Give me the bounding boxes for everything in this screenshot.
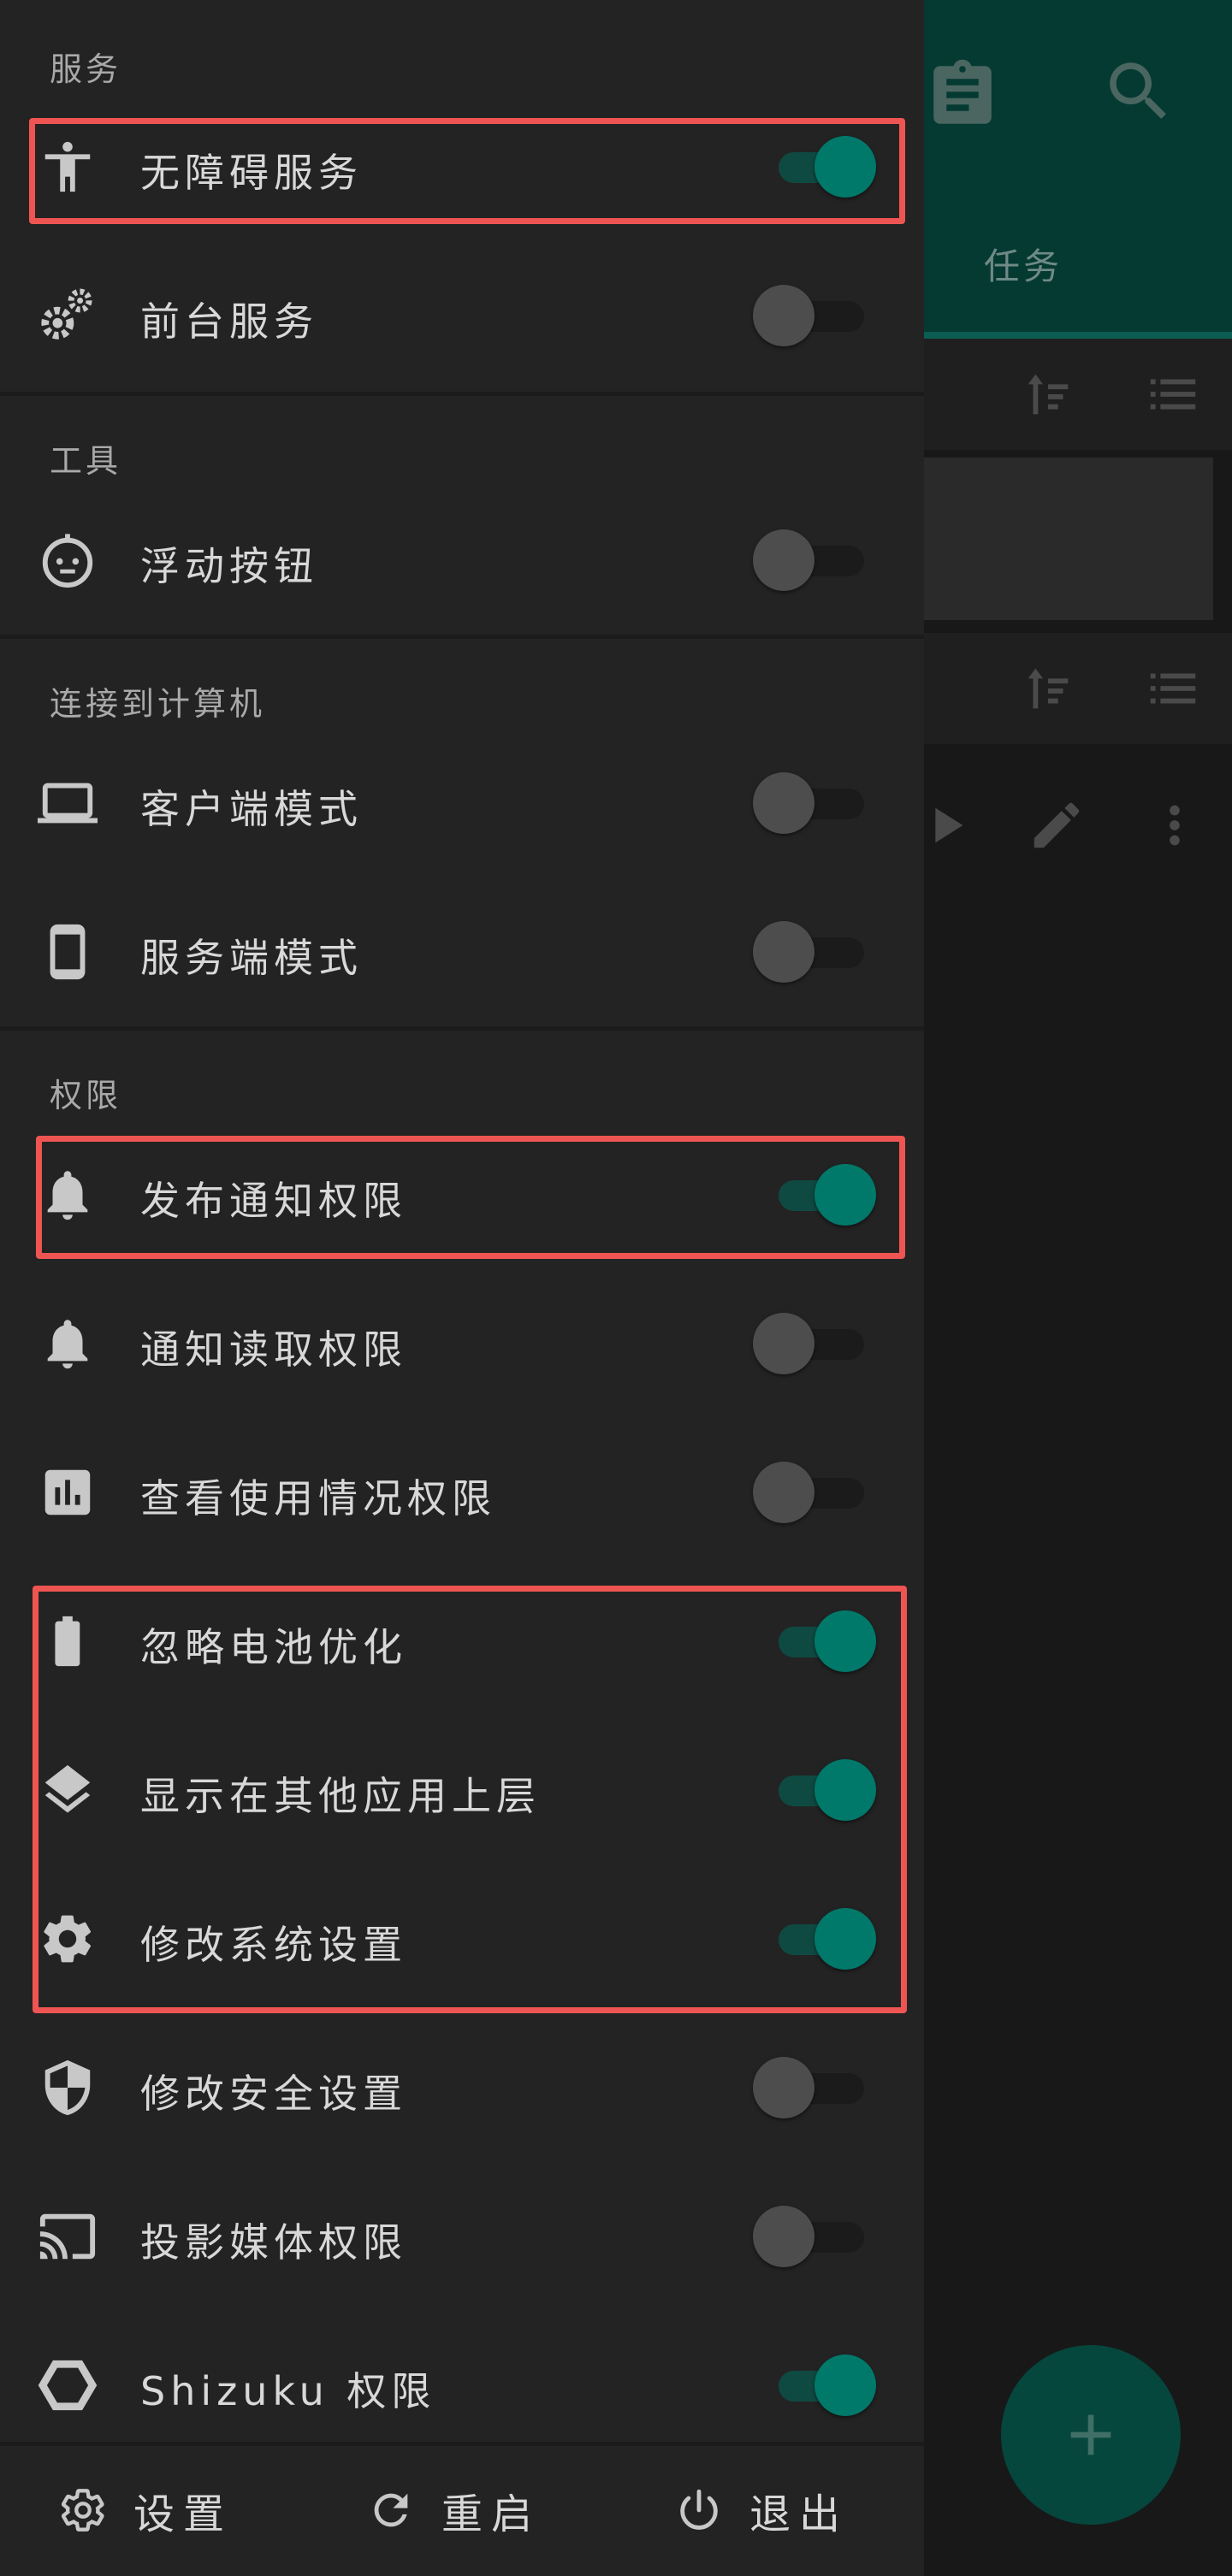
bell-icon [38,1165,98,1225]
clipboard-icon[interactable] [924,56,1001,133]
row-label: 通知读取权限 [140,1326,407,1373]
phone-icon [38,922,98,982]
battery-icon [38,1611,98,1671]
row-server-mode[interactable]: 服务端模式 [0,877,924,1026]
shield-icon [38,2058,98,2118]
row-label: 修改系统设置 [140,1922,407,1968]
tab-indicator [924,332,1232,339]
laptop-icon [38,773,98,833]
row-label: 发布通知权限 [140,1178,407,1224]
row-usage-stats[interactable]: 查看使用情况权限 [0,1418,924,1567]
foreground-service-switch[interactable] [753,285,881,346]
accessibility-service-switch[interactable] [753,136,881,198]
row-label: 投影媒体权限 [140,2219,407,2266]
row-label: 显示在其他应用上层 [140,1773,541,1819]
bell-icon [38,1314,98,1374]
ignore-battery-optimization-switch[interactable] [753,1610,881,1672]
divider [0,392,924,396]
restart-button[interactable]: 重启 [366,2480,541,2540]
usage-stats-switch[interactable] [753,1462,881,1523]
row-post-notifications[interactable]: 发布通知权限 [0,1120,924,1269]
section-title-connect-computer: 连接到计算机 [50,685,266,723]
hexagon-icon [38,2355,98,2415]
row-label: 无障碍服务 [140,150,363,196]
plus-icon [1070,2414,1111,2455]
sort-icon[interactable] [1018,659,1078,718]
row-shizuku-permission[interactable]: Shizuku 权限 [0,2311,924,2460]
row-write-secure-settings[interactable]: 修改安全设置 [0,2013,924,2162]
media-projection-switch[interactable] [753,2206,881,2267]
shizuku-permission-switch[interactable] [753,2354,881,2416]
post-notifications-switch[interactable] [753,1164,881,1226]
bar-chart-icon [38,1462,98,1522]
floating-button-icon [38,530,98,590]
row-draw-over-other-apps[interactable]: 显示在其他应用上层 [0,1716,924,1864]
row-label: 忽略电池优化 [140,1624,407,1670]
row-label: 客户端模式 [140,786,363,832]
row-label: 服务端模式 [140,935,363,981]
floating-button-switch[interactable] [753,529,881,591]
play-icon[interactable] [915,795,975,855]
power-icon [680,2489,718,2530]
row-label: Shizuku 权限 [140,2368,436,2414]
more-vert-icon[interactable] [1145,795,1205,855]
row-label: 浮动按钮 [140,543,318,589]
exit-label: 退出 [749,2490,850,2538]
row-floating-button[interactable]: 浮动按钮 [0,486,924,635]
row-label: 修改安全设置 [140,2071,407,2117]
list-card [915,458,1213,620]
exit-button[interactable]: 退出 [674,2480,849,2540]
layers-icon [38,1760,98,1820]
edit-icon[interactable] [1027,795,1087,855]
navigation-drawer: 服务 无障碍服务 前台服务 工具 浮动按钮 连接到计算机 客户端模式 服务端模式… [0,0,924,2576]
row-ignore-battery-optimization[interactable]: 忽略电池优化 [0,1567,924,1716]
search-icon[interactable] [1100,53,1177,130]
list-icon[interactable] [1143,659,1203,718]
settings-label: 设置 [133,2490,234,2538]
refresh-icon [374,2493,408,2527]
add-fab[interactable] [1001,2345,1181,2525]
section-title-tools: 工具 [50,442,122,480]
section-title-permissions: 权限 [50,1077,122,1114]
notification-listener-switch[interactable] [753,1313,881,1374]
client-mode-switch[interactable] [753,772,881,834]
divider [0,635,924,639]
server-mode-switch[interactable] [753,921,881,983]
row-label: 前台服务 [140,298,318,345]
settings-outline-icon [61,2489,104,2532]
row-client-mode[interactable]: 客户端模式 [0,729,924,877]
settings-button[interactable]: 设置 [58,2480,233,2540]
section-title-services: 服务 [50,50,122,88]
tab-tasks[interactable]: 任务 [984,238,1063,290]
row-accessibility-service[interactable]: 无障碍服务 [0,92,924,241]
cast-icon [38,2207,98,2266]
sort-icon[interactable] [1018,364,1078,424]
gear-icon [38,1909,98,1969]
row-notification-listener[interactable]: 通知读取权限 [0,1269,924,1418]
row-media-projection[interactable]: 投影媒体权限 [0,2162,924,2311]
accessibility-icon [38,137,98,197]
row-write-system-settings[interactable]: 修改系统设置 [0,1864,924,2013]
drawer-footer: 设置 重启 退出 [0,2442,924,2576]
list-icon[interactable] [1143,364,1203,424]
draw-over-other-apps-switch[interactable] [753,1759,881,1821]
restart-label: 重启 [441,2490,542,2538]
write-secure-settings-switch[interactable] [753,2057,881,2118]
row-label: 查看使用情况权限 [140,1475,496,1521]
divider [0,1026,924,1031]
row-foreground-service[interactable]: 前台服务 [0,241,924,390]
write-system-settings-switch[interactable] [753,1908,881,1970]
gears-icon [38,286,98,346]
